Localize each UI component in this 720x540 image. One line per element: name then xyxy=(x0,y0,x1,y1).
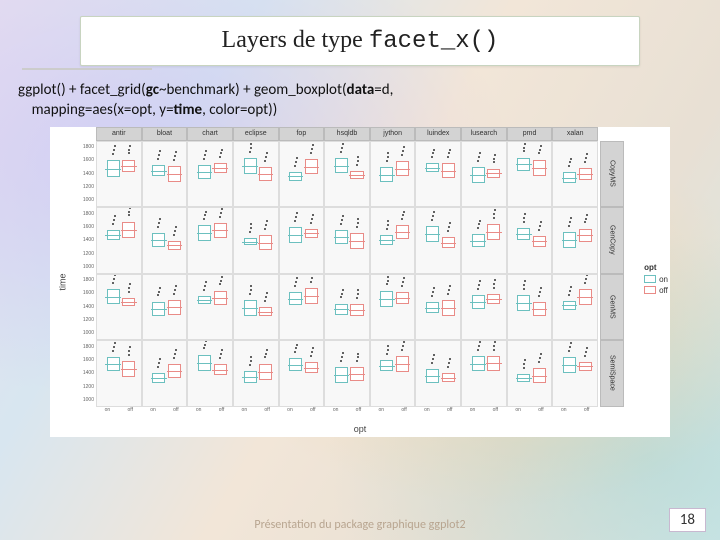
facet-cell xyxy=(415,141,461,208)
footer-text: Présentation du package graphique ggplot… xyxy=(0,518,720,532)
facet-cell xyxy=(187,141,233,208)
facet-col-header: lusearch xyxy=(461,127,507,141)
facet-cell xyxy=(96,207,142,274)
facet-cell xyxy=(96,274,142,341)
code-snippet: ggplot() + facet_grid(gc~benchmark) + ge… xyxy=(18,80,702,121)
facet-cell xyxy=(324,207,370,274)
facet-grid xyxy=(96,141,598,407)
facet-cell xyxy=(233,274,279,341)
facet-cell xyxy=(461,141,507,208)
title-box: Layers de type facet_x() xyxy=(80,16,640,66)
facet-col-header: eclipse xyxy=(233,127,279,141)
legend-item-on: on xyxy=(644,275,668,284)
facet-row-header: SemiSpace xyxy=(600,340,624,407)
facet-col-header: pmd xyxy=(507,127,553,141)
legend: opt on off xyxy=(644,263,668,297)
slide-title: Layers de type facet_x() xyxy=(93,27,627,55)
facet-row-header: GenMS xyxy=(600,274,624,341)
facet-cell xyxy=(415,207,461,274)
facet-col-header: fop xyxy=(279,127,325,141)
facet-col-header: xalan xyxy=(552,127,598,141)
facet-col-header: luindex xyxy=(415,127,461,141)
title-underline xyxy=(22,68,152,70)
facet-cell xyxy=(142,207,188,274)
facet-cell xyxy=(507,274,553,341)
code-text: =d, xyxy=(374,81,393,99)
facet-cell xyxy=(461,340,507,407)
code-bold: data xyxy=(347,81,375,99)
facet-cell xyxy=(507,141,553,208)
legend-title: opt xyxy=(644,263,668,272)
page-number: 18 xyxy=(669,508,706,532)
facet-cell xyxy=(187,207,233,274)
facet-cell xyxy=(552,141,598,208)
code-bold: gc xyxy=(146,81,159,99)
facet-col-header: jython xyxy=(370,127,416,141)
facet-cell xyxy=(187,340,233,407)
facet-boxplot-chart: time opt antirbloatcharteclipsefophsqldb… xyxy=(50,127,670,437)
code-text: ~benchmark) + geom_boxplot( xyxy=(159,81,347,99)
facet-cell xyxy=(142,274,188,341)
y-tick-labels: 1800160014001200100018001600140012001000… xyxy=(66,141,96,407)
facet-col-header: chart xyxy=(187,127,233,141)
facet-cell xyxy=(507,340,553,407)
facet-cell xyxy=(324,340,370,407)
facet-cell xyxy=(279,207,325,274)
legend-swatch-off xyxy=(644,286,656,294)
facet-cell xyxy=(324,141,370,208)
facet-col-header: hsqldb xyxy=(324,127,370,141)
facet-column-headers: antirbloatcharteclipsefophsqldbjythonlui… xyxy=(96,127,598,141)
code-text: , color=opt)) xyxy=(202,101,277,119)
facet-cell xyxy=(233,207,279,274)
facet-cell xyxy=(96,141,142,208)
title-prefix: Layers de type xyxy=(222,27,369,53)
facet-cell xyxy=(233,141,279,208)
facet-row-headers: CopyMSGenCopyGenMSSemiSpace xyxy=(600,141,624,407)
facet-cell xyxy=(461,207,507,274)
facet-cell xyxy=(279,141,325,208)
title-mono: facet_x() xyxy=(369,28,499,55)
legend-item-off: off xyxy=(644,286,668,295)
facet-cell xyxy=(233,340,279,407)
legend-label: on xyxy=(659,275,668,284)
facet-cell xyxy=(142,340,188,407)
facet-cell xyxy=(279,274,325,341)
facet-cell xyxy=(461,274,507,341)
facet-cell xyxy=(507,207,553,274)
facet-cell xyxy=(415,340,461,407)
facet-cell xyxy=(324,274,370,341)
facet-cell xyxy=(370,340,416,407)
code-bold: time xyxy=(174,101,203,119)
facet-cell xyxy=(370,274,416,341)
code-text: mapping=aes(x=opt, y= xyxy=(32,101,174,119)
facet-cell xyxy=(142,141,188,208)
x-tick-labels: onoffonoffonoffonoffonoffonoffonoffonoff… xyxy=(96,407,598,419)
facet-cell xyxy=(279,340,325,407)
facet-cell xyxy=(552,207,598,274)
code-text: ggplot() + facet_grid( xyxy=(18,81,146,99)
facet-row-header: GenCopy xyxy=(600,207,624,274)
legend-swatch-on xyxy=(644,275,656,283)
facet-cell xyxy=(552,340,598,407)
facet-row-header: CopyMS xyxy=(600,141,624,208)
facet-cell xyxy=(370,141,416,208)
legend-label: off xyxy=(659,286,668,295)
facet-cell xyxy=(96,340,142,407)
facet-cell xyxy=(187,274,233,341)
x-axis-label: opt xyxy=(354,424,367,434)
facet-cell xyxy=(370,207,416,274)
facet-cell xyxy=(552,274,598,341)
facet-col-header: bloat xyxy=(142,127,188,141)
facet-col-header: antir xyxy=(96,127,142,141)
facet-cell xyxy=(415,274,461,341)
